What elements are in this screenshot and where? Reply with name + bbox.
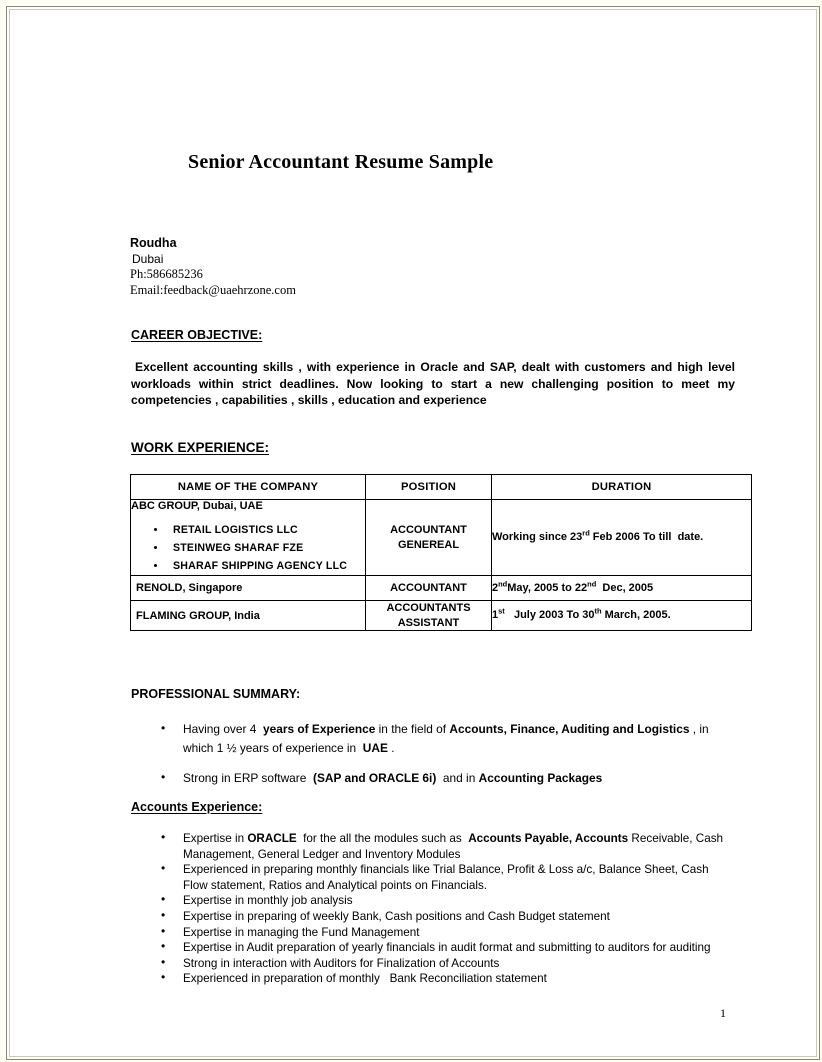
list-item: Expertise in preparing of weekly Bank, C… — [131, 908, 731, 925]
page-number: 1 — [720, 1006, 726, 1020]
candidate-city: Dubai — [132, 251, 164, 266]
cell-company: RENOLD, Singapore — [130, 575, 366, 601]
list-item: Expertise in managing the Fund Managemen… — [131, 924, 731, 941]
cell-position: ACCOUNTANT GENEREAL — [365, 499, 492, 576]
table-row: ABC GROUP, Dubai, UAE RETAIL LOGISTICS LL… — [130, 499, 752, 576]
cell-duration: 2ndMay, 2005 to 22nd Dec, 2005 — [491, 575, 752, 601]
column-header-duration: DURATION — [491, 474, 752, 500]
subsidiary-list: RETAIL LOGISTICS LLCSTEINWEG SHARAF FZES… — [131, 521, 365, 575]
candidate-email: Email:feedback@uaehrzone.com — [130, 282, 296, 297]
list-item: Strong in ERP software (SAP and ORACLE 6… — [131, 768, 721, 788]
table-row: FLAMING GROUP, India ACCOUNTANTS ASSISTANT… — [130, 600, 752, 631]
list-item: Expertise in ORACLE for the all the modu… — [131, 830, 731, 862]
table-row: RENOLD, Singapore ACCOUNTANT 2ndMay, 2005 … — [130, 575, 752, 601]
table-header-row: NAME OF THE COMPANY POSITION DURATION — [130, 474, 752, 500]
list-item: Strong in interaction with Auditors for … — [131, 955, 731, 972]
document-sheet: Senior Accountant Resume Sample Roudha D… — [10, 10, 816, 1056]
accounts-experience-list: Expertise in ORACLE for the all the modu… — [131, 830, 731, 987]
document-page: Senior Accountant Resume Sample Roudha D… — [0, 0, 822, 1062]
list-item: STEINWEG SHARAF FZE — [167, 539, 365, 557]
page-title: Senior Accountant Resume Sample — [188, 151, 494, 173]
cell-company: FLAMING GROUP, India — [130, 600, 366, 631]
cell-company: ABC GROUP, Dubai, UAE RETAIL LOGISTICS LL… — [130, 499, 366, 576]
company-name: ABC GROUP, Dubai, UAE — [131, 500, 263, 512]
work-experience-table: NAME OF THE COMPANY POSITION DURATION AB… — [130, 474, 752, 631]
career-objective-text: Excellent accounting skills , with exper… — [131, 360, 735, 408]
list-item: Expertise in monthly job analysis — [131, 892, 731, 909]
list-item: Having over 4 years of Experience in the… — [131, 719, 721, 757]
list-item: Expertise in Audit preparation of yearly… — [131, 939, 731, 956]
section-heading-accounts-experience: Accounts Experience: — [131, 800, 263, 814]
company-name: RENOLD, Singapore — [136, 582, 243, 594]
section-heading-work-experience: WORK EXPERIENCE: — [131, 440, 270, 455]
cell-duration: Working since 23rd Feb 2006 To till date… — [491, 499, 752, 576]
candidate-name: Roudha — [130, 236, 177, 250]
list-item: RETAIL LOGISTICS LLC — [167, 521, 365, 539]
professional-summary-list: Having over 4 years of Experience in the… — [131, 719, 721, 800]
cell-position: ACCOUNTANTS ASSISTANT — [365, 600, 492, 631]
candidate-phone: Ph:586685236 — [130, 267, 203, 281]
cell-position: ACCOUNTANT — [365, 575, 492, 601]
list-item: Experienced in preparation of monthly Ba… — [131, 970, 731, 987]
list-item: Experienced in preparing monthly financi… — [131, 861, 731, 893]
column-header-position: POSITION — [365, 474, 492, 500]
list-item: SHARAF SHIPPING AGENCY LLC — [167, 557, 365, 575]
contact-block: Roudha Dubai Ph:586685236 Email:feedback… — [130, 236, 296, 298]
company-name: FLAMING GROUP, India — [136, 609, 260, 622]
cell-duration: 1st July 2003 To 30th March, 2005. — [491, 600, 752, 631]
column-header-company: NAME OF THE COMPANY — [130, 474, 366, 500]
section-heading-career-objective: CAREER OBJECTIVE: — [131, 328, 263, 342]
section-heading-professional-summary: PROFESSIONAL SUMMARY: — [131, 687, 301, 701]
